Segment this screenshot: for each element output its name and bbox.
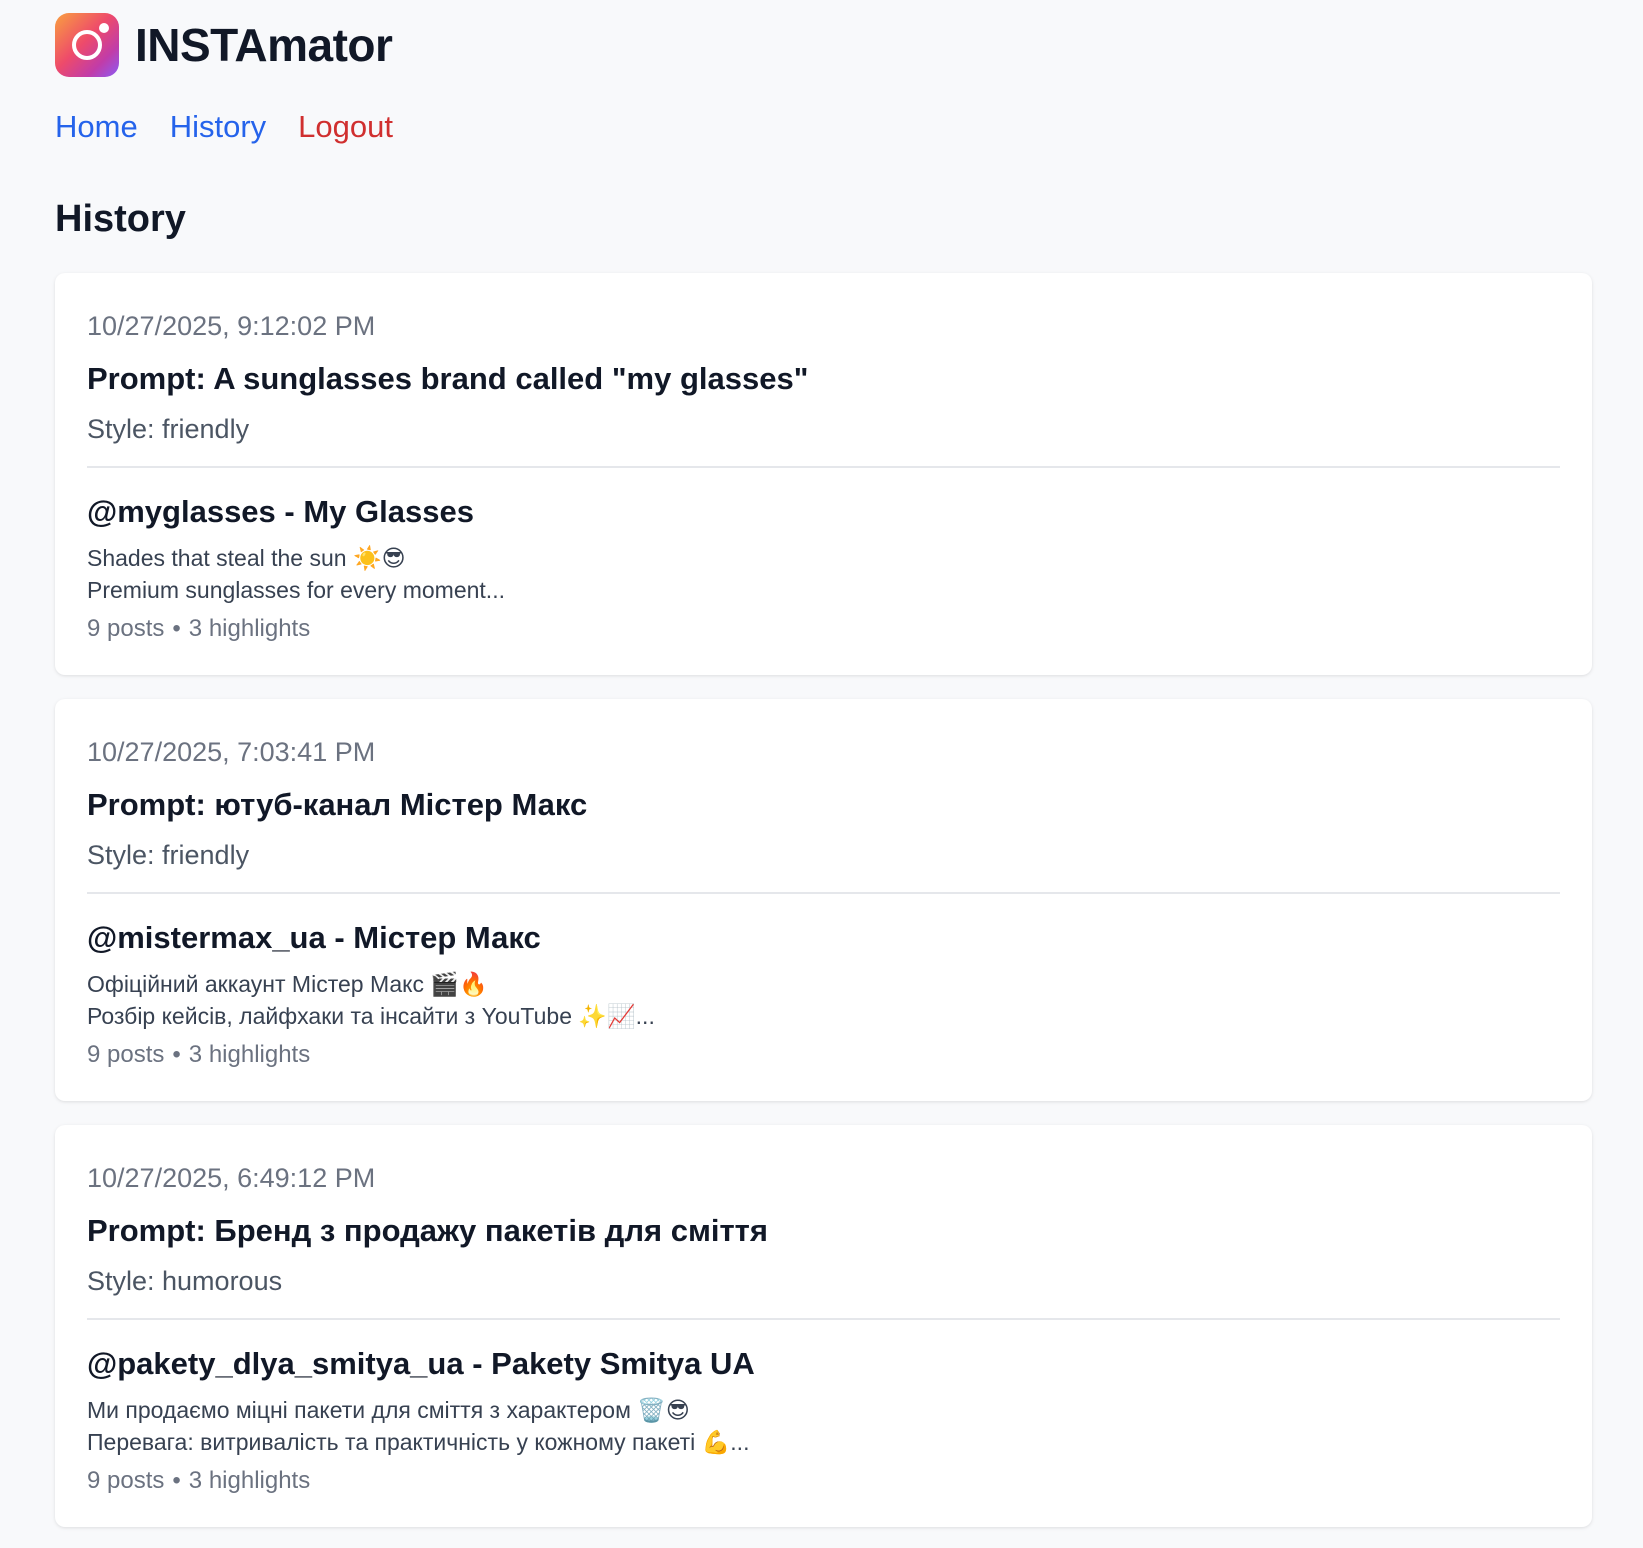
entry-highlights-count: 3 highlights — [188, 1041, 311, 1068]
entry-bio-line: Ми продаємо міцні пакети для сміття з ха… — [87, 1397, 690, 1423]
entry-style: Style: friendly — [87, 414, 250, 444]
entry-bio: Офіційний аккаунт Містер Макс 🎬🔥 Розбір … — [87, 968, 1560, 1032]
entry-prompt: Prompt: Бренд з продажу пакетів для сміт… — [87, 1213, 768, 1248]
history-card[interactable]: 10/27/2025, 9:12:02 PM Prompt: A sunglas… — [55, 273, 1592, 675]
entry-prompt: Prompt: A sunglasses brand called "my gl… — [87, 361, 809, 396]
entry-bio: Shades that steal the sun ☀️😎 Premium su… — [87, 542, 1560, 606]
card-divider — [87, 466, 1560, 468]
entry-account: @mistermax_ua - Містер Макс — [87, 920, 541, 955]
entry-bio-line: Shades that steal the sun ☀️😎 — [87, 545, 406, 571]
logo-dot — [99, 23, 109, 33]
main-nav: Home History Logout — [55, 102, 1588, 152]
entry-posts-count: 9 posts — [87, 1467, 165, 1494]
logo-ring — [72, 30, 102, 60]
app-header: INSTAmator — [55, 0, 1588, 90]
stats-separator: • — [172, 1467, 181, 1494]
nav-home-link[interactable]: Home — [55, 109, 138, 145]
page-title: History — [55, 198, 186, 240]
entry-bio-line: Розбір кейсів, лайфхаки та інсайти з You… — [87, 1003, 655, 1029]
entry-timestamp: 10/27/2025, 9:12:02 PM — [87, 311, 376, 341]
entry-account: @pakety_dlya_smitya_ua - Pakety Smitya U… — [87, 1346, 755, 1381]
page: INSTAmator Home History Logout History 1… — [0, 0, 1643, 1548]
entry-posts-count: 9 posts — [87, 1041, 165, 1068]
history-card[interactable]: 10/27/2025, 7:03:41 PM Prompt: ютуб-кана… — [55, 699, 1592, 1101]
entry-bio: Ми продаємо міцні пакети для сміття з ха… — [87, 1394, 1560, 1458]
nav-logout-link[interactable]: Logout — [298, 109, 393, 145]
entry-timestamp: 10/27/2025, 6:49:12 PM — [87, 1163, 376, 1193]
entry-bio-line: Перевага: витривалість та практичність у… — [87, 1429, 750, 1455]
card-divider — [87, 1318, 1560, 1320]
history-list: 10/27/2025, 9:12:02 PM Prompt: A sunglas… — [55, 273, 1592, 1527]
entry-bio-line: Офіційний аккаунт Містер Макс 🎬🔥 — [87, 971, 488, 997]
entry-stats: 9 posts • 3 highlights — [87, 612, 1560, 646]
stats-separator: • — [172, 615, 181, 642]
entry-highlights-count: 3 highlights — [188, 615, 311, 642]
history-card[interactable]: 10/27/2025, 6:49:12 PM Prompt: Бренд з п… — [55, 1125, 1592, 1527]
entry-highlights-count: 3 highlights — [188, 1467, 311, 1494]
entry-bio-line: Premium sunglasses for every moment... — [87, 577, 505, 603]
entry-style: Style: friendly — [87, 840, 250, 870]
entry-timestamp: 10/27/2025, 7:03:41 PM — [87, 737, 376, 767]
stats-separator: • — [172, 1041, 181, 1068]
instagram-camera-icon[interactable] — [55, 13, 119, 77]
app-name[interactable]: INSTAmator — [135, 18, 393, 72]
entry-stats: 9 posts • 3 highlights — [87, 1038, 1560, 1072]
entry-style: Style: humorous — [87, 1266, 283, 1296]
entry-stats: 9 posts • 3 highlights — [87, 1464, 1560, 1498]
nav-history-link[interactable]: History — [170, 109, 266, 145]
card-divider — [87, 892, 1560, 894]
entry-account: @myglasses - My Glasses — [87, 494, 474, 529]
entry-prompt: Prompt: ютуб-канал Містер Макс — [87, 787, 588, 822]
entry-posts-count: 9 posts — [87, 615, 165, 642]
